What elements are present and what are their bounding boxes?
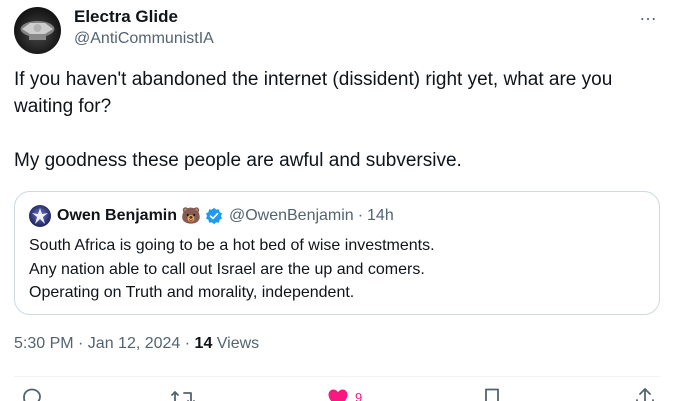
quoted-tweet[interactable]: Owen Benjamin 🐻 @OwenBenjamin · 14h Sout… [14, 191, 660, 315]
quoted-tweet-header: Owen Benjamin 🐻 @OwenBenjamin · 14h [29, 204, 394, 228]
tweet-timestamp[interactable]: 5:30 PM · Jan 12, 2024 · [14, 335, 195, 352]
quoted-author-avatar[interactable] [29, 205, 51, 227]
reply-icon[interactable] [20, 386, 44, 401]
author-handle[interactable]: @AntiCommunistIA [74, 28, 214, 50]
divider [14, 376, 660, 377]
tweet-meta: 5:30 PM · Jan 12, 2024 · 14 Views [14, 335, 259, 353]
share-icon[interactable] [633, 386, 657, 401]
quoted-author-name[interactable]: Owen Benjamin [57, 207, 177, 225]
tweet-header: Electra Glide @AntiCommunistIA … [14, 4, 664, 54]
quoted-tweet-line: South Africa is going to be a hot bed of… [29, 237, 435, 254]
quoted-tweet-line: Any nation able to call out Israel are t… [29, 260, 425, 278]
quoted-tweet-text: South Africa is going to be a hot bed of… [29, 234, 639, 305]
views-label: Views [212, 335, 260, 352]
heart-icon[interactable] [326, 386, 350, 401]
quoted-author-handle[interactable]: @OwenBenjamin [229, 207, 354, 225]
views-count: 14 [194, 335, 213, 352]
retweet-icon[interactable] [170, 386, 196, 401]
like-count: 9 [355, 390, 363, 401]
verified-badge-icon [205, 207, 222, 225]
tweet-text: If you haven't abandoned the internet (d… [14, 69, 613, 171]
meta-separator: · [357, 207, 364, 224]
bookmark-icon[interactable] [480, 386, 504, 401]
author-name-block: Electra Glide @AntiCommunistIA [74, 6, 214, 50]
action-bar: 9 [14, 384, 664, 401]
more-options-icon[interactable]: … [639, 4, 658, 25]
quoted-tweet-time[interactable]: 14h [367, 207, 394, 225]
author-avatar[interactable] [14, 7, 61, 54]
quoted-tweet-line: Operating on Truth and morality, indepen… [29, 284, 355, 301]
author-display-name[interactable]: Electra Glide [74, 6, 214, 28]
bear-emoji: 🐻 [181, 208, 201, 225]
